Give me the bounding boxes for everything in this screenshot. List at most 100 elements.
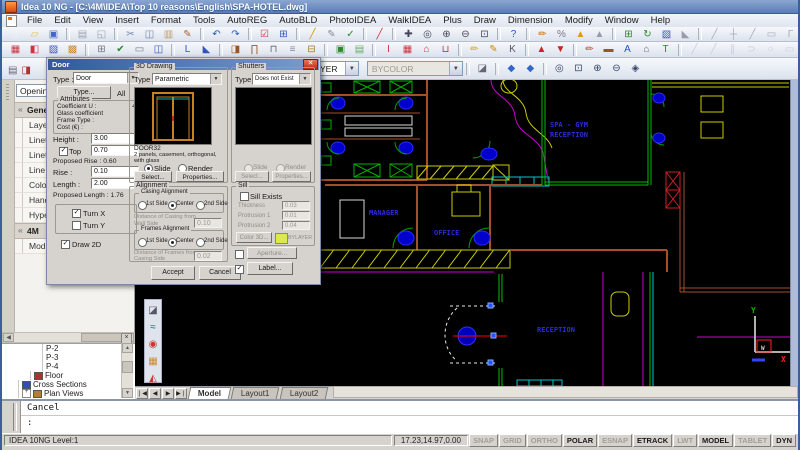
canvas-vertical-scrollbar[interactable] (790, 80, 800, 386)
menu-draw[interactable]: Draw (468, 15, 502, 26)
opening-icon[interactable]: ⊓ (265, 42, 282, 57)
menu-format[interactable]: Format (145, 15, 187, 26)
arrow-down-red-icon[interactable]: ▼ (552, 42, 569, 57)
image-1-icon[interactable]: ▣ (332, 42, 349, 57)
tab-nav-button[interactable]: ▶❘ (175, 388, 187, 399)
zoom-in-2-icon[interactable]: ⊕ (589, 61, 606, 76)
toggle-model[interactable]: MODEL (698, 434, 733, 447)
rectangle-icon[interactable]: ▭ (763, 27, 780, 42)
beam-red-icon[interactable]: ▦ (399, 42, 416, 57)
expand-icon[interactable]: + (22, 389, 31, 398)
accept-button[interactable]: Accept (151, 266, 195, 280)
pencil-yellow-icon[interactable]: ✏ (466, 42, 483, 57)
door-1-icon[interactable]: ◨ (227, 42, 244, 57)
point-b-icon[interactable]: ◆ (522, 61, 539, 76)
menu-autobld[interactable]: AutoBLD (273, 15, 323, 26)
scale-percent-icon[interactable]: % (553, 27, 570, 42)
turn-y-checkbox[interactable] (72, 221, 81, 230)
door-2-icon[interactable]: ∏ (246, 42, 263, 57)
window-titlebar[interactable]: Idea 10 NG - [C:\4M\IDEA\Top 10 reasons\… (2, 0, 798, 14)
warning-triangle-icon[interactable]: ▲ (572, 27, 589, 42)
plot-icon[interactable]: ▤ (7, 64, 18, 77)
menu-file[interactable]: File (21, 15, 48, 26)
arrow-up-icon[interactable]: ▲ (591, 27, 608, 42)
chevron-down-icon[interactable]: ▼ (299, 74, 310, 84)
tree-item[interactable]: P-3 (2, 353, 135, 362)
arc-u-icon[interactable]: ⊃ (743, 42, 760, 57)
toggle-snap[interactable]: SNAP (469, 434, 498, 447)
chevron-down-icon[interactable]: ▼ (449, 62, 462, 75)
panel-horizontal-scrollbar[interactable]: ◀ ▶ (2, 332, 135, 343)
properties-button[interactable]: Properties... (176, 171, 224, 182)
copy-icon[interactable]: ◫ (141, 27, 158, 42)
window-2-icon[interactable]: ◫ (150, 42, 167, 57)
menu-dimension[interactable]: Dimension (502, 15, 559, 26)
redo-icon[interactable]: ↷ (227, 27, 244, 42)
tree-item[interactable]: Floor (2, 371, 135, 380)
toggle-ortho[interactable]: ORTHO (527, 434, 562, 447)
aperture-checkbox[interactable] (235, 250, 244, 259)
zoom-window-icon[interactable]: ⊡ (476, 27, 493, 42)
frames-distance-field[interactable]: 0.02 (194, 251, 222, 261)
point-a-icon[interactable]: ◆ (503, 61, 520, 76)
image-2-icon[interactable]: ▤ (351, 42, 368, 57)
drawing3d-type-combo[interactable]: Parametric▼ (152, 73, 222, 85)
tab-model[interactable]: Model (188, 387, 232, 399)
rotate-icon[interactable]: ↻ (639, 27, 656, 42)
scroll-up-icon[interactable]: ▲ (122, 343, 133, 353)
text-A-blue-icon[interactable]: A (619, 42, 636, 57)
sketch-pencil-icon[interactable]: ╱ (371, 27, 388, 42)
paste-icon[interactable]: ▥ (160, 27, 177, 42)
shutters-type-combo[interactable]: Does not Exist▼ (252, 73, 311, 85)
zoom-win-2-icon[interactable]: ⊡ (570, 61, 587, 76)
toggle-dyn[interactable]: DYN (772, 434, 796, 447)
zoom-in-icon[interactable]: ⊕ (438, 27, 455, 42)
zoom-extents-icon[interactable]: ◈ (627, 61, 644, 76)
toggle-tablet[interactable]: TABLET (734, 434, 771, 447)
grid-snap-icon[interactable]: ⊞ (620, 27, 637, 42)
tab-nav-button[interactable]: ❘◀ (136, 388, 148, 399)
color-combo[interactable]: BYCOLOR ▼ (367, 61, 463, 76)
menu-plus[interactable]: Plus (437, 15, 467, 26)
draw-2d-checkbox[interactable]: ✓ (61, 240, 70, 249)
corner-1-icon[interactable]: Γ (782, 27, 799, 42)
offset-icon[interactable]: ╱ (744, 27, 761, 42)
column-I-icon[interactable]: I (380, 42, 397, 57)
polyline-pen-icon[interactable]: ✎ (323, 27, 340, 42)
cross-icon[interactable]: ┼ (725, 27, 742, 42)
k-tool-icon[interactable]: K (504, 42, 521, 57)
tree-vertical-scrollbar[interactable]: ▲ ▼ (121, 343, 133, 398)
line-icon[interactable]: ╱ (706, 27, 723, 42)
triangle-tool-icon[interactable]: ◣ (677, 27, 694, 42)
measure-check-icon[interactable]: ✓ (342, 27, 359, 42)
target-icon[interactable]: ◉ (145, 337, 161, 352)
toggle-esnap[interactable]: ESNAP (598, 434, 632, 447)
tab-layout1[interactable]: Layout1 (231, 387, 280, 399)
format-painter-icon[interactable]: ✎ (179, 27, 196, 42)
menu-window[interactable]: Window (599, 15, 645, 26)
command-panel-grip[interactable] (2, 401, 21, 433)
zoom-out-2-icon[interactable]: ⊖ (608, 61, 625, 76)
pan-icon[interactable]: ✚ (400, 27, 417, 42)
menu-help[interactable]: Help (645, 15, 677, 26)
spell-check-icon[interactable]: ☑ (256, 27, 273, 42)
tab-nav-button[interactable]: ▶ (162, 388, 174, 399)
toggle-etrack[interactable]: ETRACK (633, 434, 672, 447)
command-input[interactable]: : (21, 416, 798, 431)
hatch-or-icon[interactable]: ▦ (145, 354, 161, 369)
table-grid-icon[interactable]: ⊞ (93, 42, 110, 57)
menu-autoreg[interactable]: AutoREG (221, 15, 273, 26)
render-cam-icon[interactable]: ◪ (145, 303, 161, 318)
toggle-grid[interactable]: GRID (499, 434, 526, 447)
pencil-orange-icon[interactable]: ✎ (485, 42, 502, 57)
redline-icon[interactable]: ✏ (534, 27, 551, 42)
box-plain-icon[interactable]: ▭ (131, 42, 148, 57)
top-checkbox[interactable]: ✓ (59, 147, 68, 156)
layout-icon[interactable]: ◨ (20, 64, 31, 77)
rect-2-icon[interactable]: ▭ (781, 42, 798, 57)
draw-line-icon[interactable]: ╱ (304, 27, 321, 42)
wall-grid-2-icon[interactable]: ◧ (26, 42, 43, 57)
toggle-lwt[interactable]: LWT (673, 434, 697, 447)
tree-item[interactable]: +Plan Views (2, 389, 135, 398)
tree-item[interactable]: Cross Sections (2, 380, 135, 389)
